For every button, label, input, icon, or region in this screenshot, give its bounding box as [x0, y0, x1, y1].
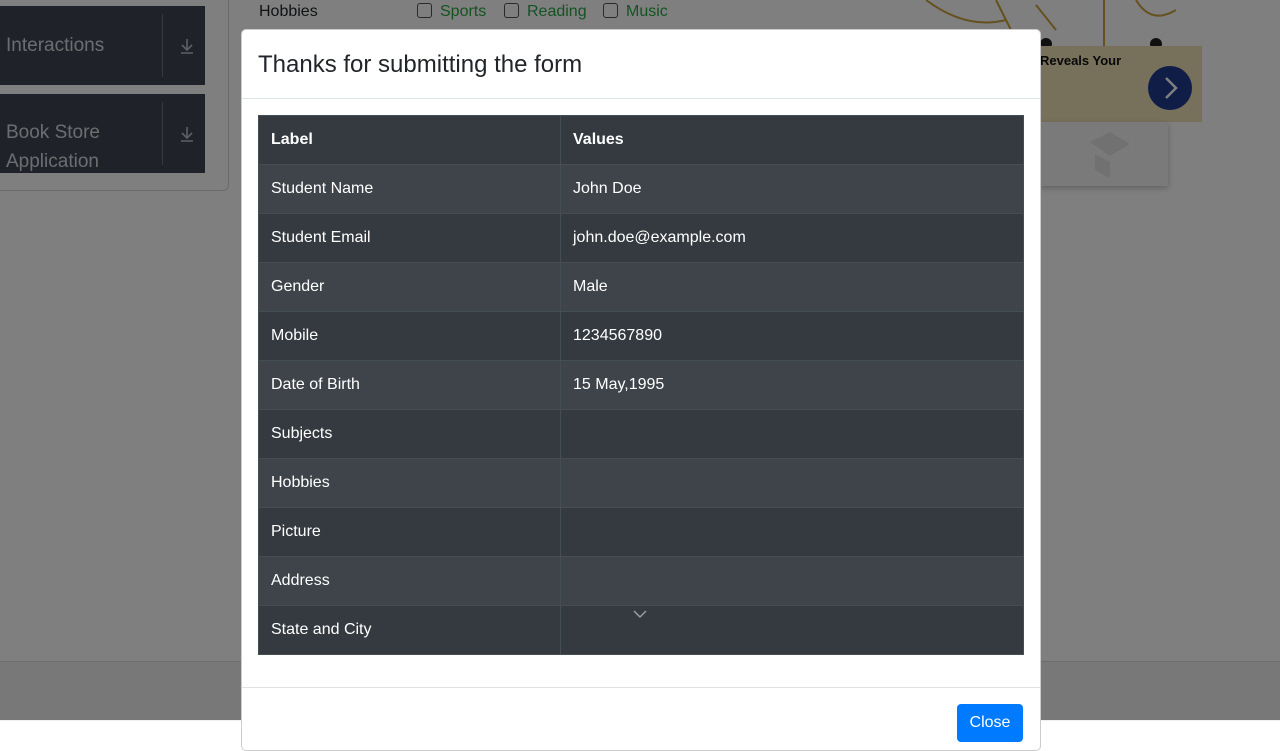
row-value — [560, 605, 1024, 655]
chevron-down-icon — [633, 610, 647, 618]
table-header-row: Label Values — [258, 115, 1024, 165]
table-row: Subjects — [258, 409, 1024, 459]
results-table-container: Label Values Student Name John Doe Stude… — [258, 115, 1024, 655]
table-row: State and City — [258, 605, 1024, 655]
table-row: Address — [258, 556, 1024, 606]
row-value: Male — [560, 262, 1024, 312]
row-value: 1234567890 — [560, 311, 1024, 361]
row-label: Mobile — [258, 311, 561, 361]
table-row: Student Name John Doe — [258, 164, 1024, 214]
row-label: Address — [258, 556, 561, 606]
row-label: Student Email — [258, 213, 561, 263]
row-value — [560, 507, 1024, 557]
modal-title: Thanks for submitting the form — [258, 51, 583, 78]
table-row: Date of Birth 15 May,1995 — [258, 360, 1024, 410]
row-value — [560, 409, 1024, 459]
row-label: Picture — [258, 507, 561, 557]
row-value: john.doe@example.com — [560, 213, 1024, 263]
modal-header: Thanks for submitting the form — [242, 30, 1040, 99]
table-row: Picture — [258, 507, 1024, 557]
column-header-label: Label — [258, 115, 561, 165]
row-label: Gender — [258, 262, 561, 312]
table-row: Gender Male — [258, 262, 1024, 312]
table-row: Hobbies — [258, 458, 1024, 508]
modal-footer: Close — [242, 687, 1040, 751]
submission-modal: Thanks for submitting the form Label Val… — [241, 29, 1041, 751]
row-label: Date of Birth — [258, 360, 561, 410]
results-table: Label Values Student Name John Doe Stude… — [258, 115, 1024, 655]
row-label: Student Name — [258, 164, 561, 214]
column-header-values: Values — [560, 115, 1024, 165]
row-value: John Doe — [560, 164, 1024, 214]
row-value: 15 May,1995 — [560, 360, 1024, 410]
row-value — [560, 458, 1024, 508]
close-button[interactable]: Close — [957, 704, 1023, 742]
row-label: Subjects — [258, 409, 561, 459]
table-row: Mobile 1234567890 — [258, 311, 1024, 361]
row-label: State and City — [258, 605, 561, 655]
table-row: Student Email john.doe@example.com — [258, 213, 1024, 263]
row-value — [560, 556, 1024, 606]
row-label: Hobbies — [258, 458, 561, 508]
